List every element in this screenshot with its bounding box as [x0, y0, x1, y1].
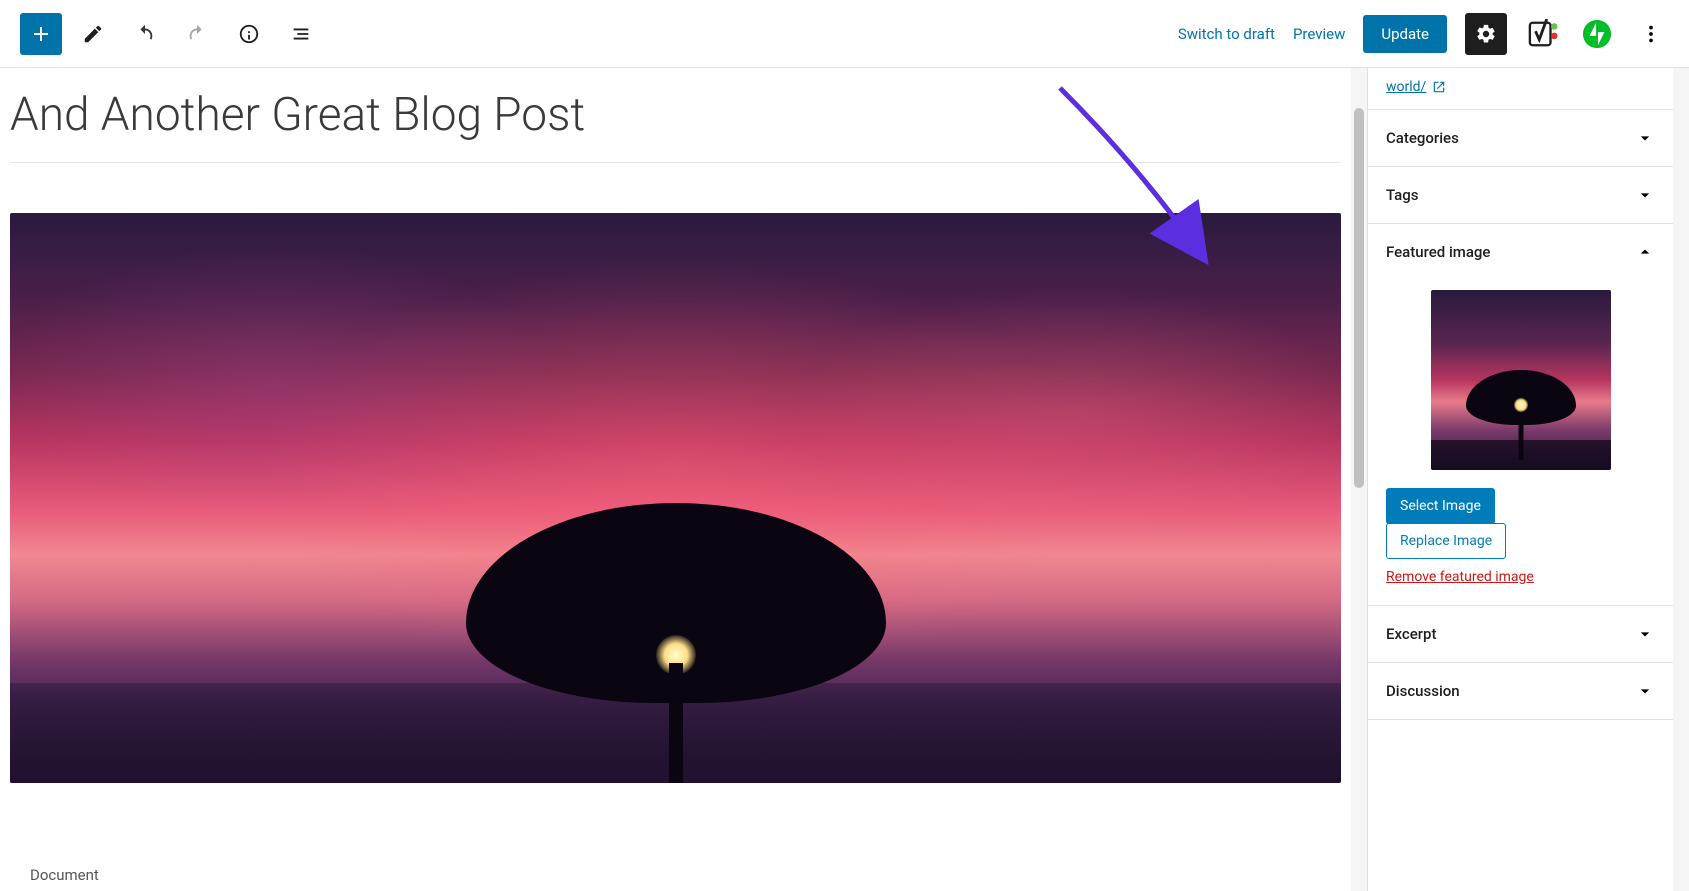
more-vertical-icon: [1640, 23, 1662, 45]
editor-canvas[interactable]: And Another Great Blog Post Document: [0, 68, 1351, 891]
preview-button[interactable]: Preview: [1293, 25, 1345, 43]
external-link-icon: [1432, 80, 1446, 94]
tags-header[interactable]: Tags: [1368, 167, 1673, 223]
toolbar-right: Switch to draft Preview Update: [1178, 13, 1669, 55]
content-area: And Another Great Blog Post Document wor…: [0, 68, 1689, 891]
discussion-header[interactable]: Discussion: [1368, 663, 1673, 719]
chevron-down-icon: [1635, 185, 1655, 205]
featured-image-thumbnail[interactable]: [1431, 290, 1611, 470]
featured-image-header[interactable]: Featured image: [1368, 224, 1673, 280]
tags-label: Tags: [1386, 186, 1418, 204]
post-featured-image[interactable]: [10, 213, 1341, 783]
editor-scrollbar[interactable]: [1351, 68, 1367, 891]
yoast-seo-button[interactable]: [1525, 16, 1561, 52]
discussion-panel: Discussion: [1368, 663, 1673, 720]
redo-icon: [186, 23, 208, 45]
excerpt-panel: Excerpt: [1368, 606, 1673, 663]
categories-panel: Categories: [1368, 110, 1673, 167]
edit-mode-button[interactable]: [72, 13, 114, 55]
undo-button[interactable]: [124, 13, 166, 55]
post-title[interactable]: And Another Great Blog Post: [10, 88, 1341, 163]
list-icon: [290, 23, 312, 45]
gear-icon: [1475, 23, 1497, 45]
switch-to-draft-button[interactable]: Switch to draft: [1178, 25, 1275, 43]
discussion-label: Discussion: [1386, 682, 1460, 700]
chevron-down-icon: [1635, 128, 1655, 148]
replace-image-button[interactable]: Replace Image: [1386, 523, 1506, 559]
settings-button[interactable]: [1465, 13, 1507, 55]
redo-button[interactable]: [176, 13, 218, 55]
remove-featured-image-link[interactable]: Remove featured image: [1386, 569, 1534, 585]
outline-button[interactable]: [280, 13, 322, 55]
update-button[interactable]: Update: [1363, 15, 1447, 53]
document-breadcrumb[interactable]: Document: [30, 866, 99, 884]
tags-panel: Tags: [1368, 167, 1673, 224]
featured-image-label: Featured image: [1386, 243, 1490, 261]
select-image-button[interactable]: Select Image: [1386, 488, 1495, 524]
add-block-button[interactable]: [20, 13, 62, 55]
info-icon: [238, 23, 260, 45]
permalink-panel: world/: [1368, 68, 1673, 110]
info-button[interactable]: [228, 13, 270, 55]
categories-header[interactable]: Categories: [1368, 110, 1673, 166]
undo-icon: [134, 23, 156, 45]
featured-image-panel: Featured image Select Image Replace Imag…: [1368, 224, 1673, 606]
top-toolbar: Switch to draft Preview Update: [0, 0, 1689, 68]
categories-label: Categories: [1386, 129, 1459, 147]
permalink-text: world/: [1386, 79, 1426, 95]
chevron-down-icon: [1635, 624, 1655, 644]
featured-image-body: Select Image Replace Image Remove featur…: [1368, 290, 1673, 605]
excerpt-label: Excerpt: [1386, 625, 1436, 643]
excerpt-header[interactable]: Excerpt: [1368, 606, 1673, 662]
yoast-icon: [1528, 19, 1558, 49]
settings-sidebar: world/ Categories Tags Featured image: [1367, 68, 1673, 891]
pencil-icon: [82, 23, 104, 45]
jetpack-icon: [1582, 19, 1612, 49]
toolbar-left: [20, 13, 322, 55]
chevron-up-icon: [1635, 242, 1655, 262]
plus-icon: [29, 22, 53, 46]
image-tree: [466, 503, 886, 783]
permalink-link[interactable]: world/: [1386, 79, 1446, 95]
jetpack-button[interactable]: [1579, 16, 1615, 52]
chevron-down-icon: [1635, 681, 1655, 701]
featured-image-buttons: Select Image Replace Image: [1386, 488, 1506, 559]
sidebar-scrollbar[interactable]: [1673, 68, 1689, 891]
more-options-button[interactable]: [1633, 16, 1669, 52]
